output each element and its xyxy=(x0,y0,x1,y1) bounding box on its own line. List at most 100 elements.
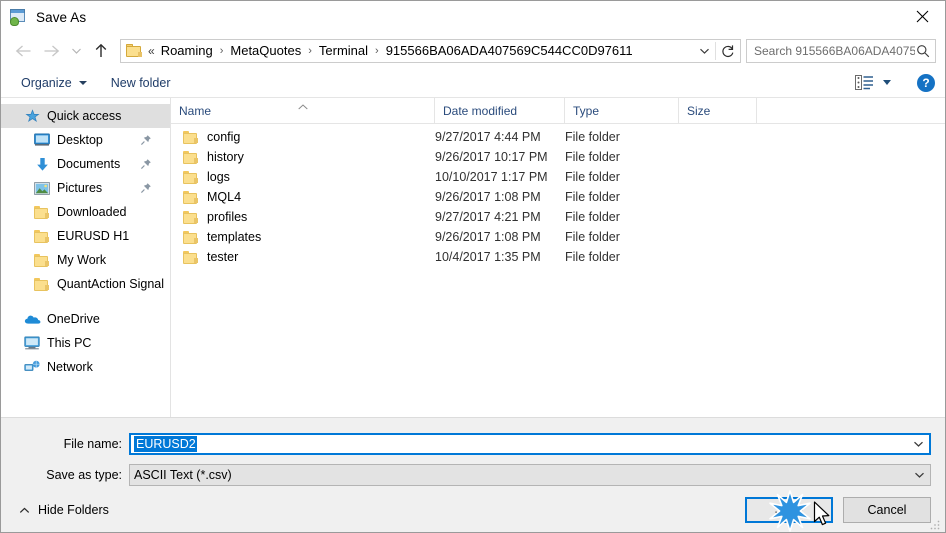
search-icon[interactable] xyxy=(915,44,931,58)
view-layout-icon[interactable] xyxy=(853,73,893,92)
table-row[interactable]: templates 9/26/2017 1:08 PM File folder xyxy=(171,227,945,247)
dialog-body: Quick access Desktop Documents Pictures … xyxy=(1,98,945,417)
table-row[interactable]: tester 10/4/2017 1:35 PM File folder xyxy=(171,247,945,267)
file-rows: config 9/27/2017 4:44 PM File folder his… xyxy=(171,124,945,417)
sidebar-item-pictures[interactable]: Pictures xyxy=(1,176,170,200)
table-row[interactable]: profiles 9/27/2017 4:21 PM File folder xyxy=(171,207,945,227)
file-name-cell[interactable]: tester xyxy=(171,250,435,264)
breadcrumb-separator[interactable]: › xyxy=(369,40,385,62)
breadcrumb-separator[interactable]: › xyxy=(214,40,230,62)
breadcrumb-separator[interactable]: › xyxy=(302,40,318,62)
sidebar-item-my-work[interactable]: My Work xyxy=(1,248,170,272)
sidebar-item-eurusd-h1[interactable]: EURUSD H1 xyxy=(1,224,170,248)
command-toolbar: Organize New folder ? xyxy=(1,68,945,98)
resize-grip-icon[interactable] xyxy=(929,518,941,530)
file-date: 10/10/2017 1:17 PM xyxy=(435,170,548,184)
sidebar-item-label: This PC xyxy=(47,336,92,350)
search-box[interactable] xyxy=(746,38,936,63)
column-header-name[interactable]: Name xyxy=(171,98,435,123)
onedrive-cloud-icon xyxy=(23,310,41,328)
file-list-pane[interactable]: Name Date modified Type Size config 9/27… xyxy=(171,98,945,417)
refresh-icon[interactable] xyxy=(716,40,740,62)
help-circle-icon[interactable]: ? xyxy=(917,73,935,92)
folder-icon xyxy=(183,210,199,224)
forward-arrow-icon[interactable] xyxy=(37,38,65,64)
sidebar-item-downloaded[interactable]: Downloaded xyxy=(1,200,170,224)
breadcrumb-overflow[interactable]: « xyxy=(146,40,160,62)
folder-icon xyxy=(183,190,199,204)
chevron-down-icon[interactable] xyxy=(907,440,929,448)
address-bar[interactable]: « Roaming › MetaQuotes › Terminal › 9155… xyxy=(120,38,741,63)
file-date: 9/26/2017 1:08 PM xyxy=(435,190,541,204)
save-label: Save xyxy=(774,503,804,517)
sidebar-item-desktop[interactable]: Desktop xyxy=(1,128,170,152)
save-as-type-dropdown[interactable]: ASCII Text (*.csv) xyxy=(129,463,931,486)
breadcrumb-item-roaming[interactable]: Roaming xyxy=(160,40,214,62)
sidebar-item-onedrive[interactable]: OneDrive xyxy=(1,307,170,331)
this-pc-icon xyxy=(23,334,41,352)
recent-locations-chevron-icon[interactable] xyxy=(65,38,87,64)
file-name-cell[interactable]: MQL4 xyxy=(171,190,435,204)
column-label: Type xyxy=(573,103,600,118)
file-name-cell[interactable]: templates xyxy=(171,230,435,244)
table-row[interactable]: logs 10/10/2017 1:17 PM File folder xyxy=(171,167,945,187)
file-name: templates xyxy=(207,230,262,244)
sidebar-item-quick-access[interactable]: Quick access xyxy=(1,104,170,128)
column-header-filler xyxy=(757,98,945,123)
folder-icon xyxy=(183,130,199,144)
pin-icon[interactable] xyxy=(140,134,152,146)
sidebar-item-documents[interactable]: Documents xyxy=(1,152,170,176)
file-name: tester xyxy=(207,250,239,264)
caret-down-icon xyxy=(78,80,87,85)
file-name: history xyxy=(207,150,244,164)
cancel-button[interactable]: Cancel xyxy=(843,497,931,523)
save-button[interactable]: Save xyxy=(745,497,833,523)
sidebar-item-label: Downloaded xyxy=(57,205,127,219)
documents-download-icon xyxy=(33,155,51,173)
sidebar-item-network[interactable]: Network xyxy=(1,355,170,379)
column-header-type[interactable]: Type xyxy=(565,98,679,123)
back-arrow-icon[interactable] xyxy=(9,38,37,64)
file-name: MQL4 xyxy=(207,190,242,204)
sidebar-item-this-pc[interactable]: This PC xyxy=(1,331,170,355)
file-name-cell[interactable]: history xyxy=(171,150,435,164)
chevron-down-icon[interactable] xyxy=(908,471,930,479)
file-name-field[interactable]: EURUSD2 xyxy=(129,432,931,455)
save-as-type-value: ASCII Text (*.csv) xyxy=(134,467,232,482)
folder-icon xyxy=(183,150,199,164)
new-folder-button[interactable]: New folder xyxy=(105,73,177,93)
title-bar: Save As xyxy=(1,1,945,33)
file-type: File folder xyxy=(565,250,620,264)
desktop-icon xyxy=(33,131,51,149)
sidebar-item-label: QuantAction Signal xyxy=(57,277,165,291)
up-arrow-icon[interactable] xyxy=(87,38,115,64)
chevron-down-icon[interactable] xyxy=(693,40,715,62)
breadcrumb-item-terminal[interactable]: Terminal xyxy=(318,40,369,62)
caret-down-icon xyxy=(883,80,891,85)
column-header-size[interactable]: Size xyxy=(679,98,757,123)
pin-icon[interactable] xyxy=(140,158,152,170)
organize-button[interactable]: Organize xyxy=(15,73,93,93)
chevron-up-icon xyxy=(19,507,30,514)
file-type: File folder xyxy=(565,150,620,164)
breadcrumb-item-terminal-id[interactable]: 915566BA06ADA407569C544CC0D97611 xyxy=(385,40,634,62)
navigation-sidebar[interactable]: Quick access Desktop Documents Pictures … xyxy=(1,98,171,417)
file-name-value[interactable]: EURUSD2 xyxy=(134,435,197,452)
search-input[interactable] xyxy=(754,43,915,58)
table-row[interactable]: MQL4 9/26/2017 1:08 PM File folder xyxy=(171,187,945,207)
file-name-cell[interactable]: logs xyxy=(171,170,435,184)
column-label: Date modified xyxy=(443,103,518,118)
file-name-cell[interactable]: config xyxy=(171,130,435,144)
file-date: 10/4/2017 1:35 PM xyxy=(435,250,541,264)
column-header-date-modified[interactable]: Date modified xyxy=(435,98,565,123)
pin-icon[interactable] xyxy=(140,182,152,194)
sidebar-item-label: Network xyxy=(47,360,93,374)
table-row[interactable]: config 9/27/2017 4:44 PM File folder xyxy=(171,127,945,147)
close-icon[interactable] xyxy=(899,1,945,32)
breadcrumb-item-metaquotes[interactable]: MetaQuotes xyxy=(229,40,302,62)
sidebar-item-quantaction-signal[interactable]: QuantAction Signal xyxy=(1,272,170,296)
folder-icon xyxy=(33,251,51,269)
file-name-cell[interactable]: profiles xyxy=(171,210,435,224)
hide-folders-button[interactable]: Hide Folders xyxy=(19,503,109,517)
table-row[interactable]: history 9/26/2017 10:17 PM File folder xyxy=(171,147,945,167)
